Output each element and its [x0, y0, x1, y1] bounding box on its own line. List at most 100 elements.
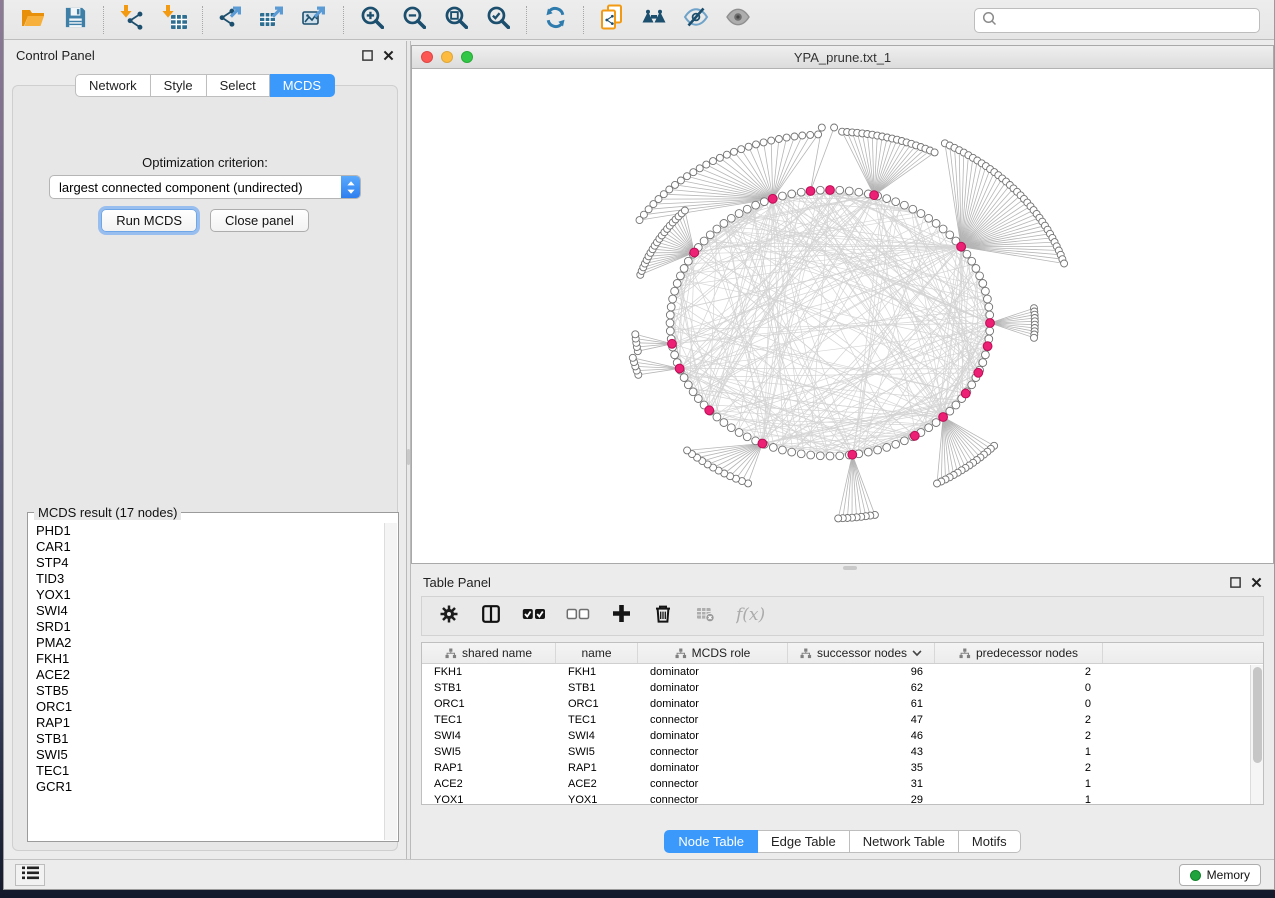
cell-name[interactable]: ACE2 — [556, 778, 638, 790]
select-all-checks-button[interactable] — [522, 603, 546, 629]
cell-name[interactable]: SWI4 — [556, 730, 638, 742]
column-header-MCDS-role[interactable]: MCDS role — [638, 643, 788, 663]
cell-predecessor-nodes[interactable]: 1 — [935, 746, 1103, 758]
table-row[interactable]: ORC1ORC1dominator610 — [422, 696, 1263, 712]
cell-name[interactable]: SWI5 — [556, 746, 638, 758]
cell-name[interactable]: ORC1 — [556, 698, 638, 710]
cell-shared-name[interactable]: TEC1 — [422, 714, 556, 726]
column-header-shared-name[interactable]: shared name — [422, 643, 556, 663]
cell-MCDS-role[interactable]: connector — [638, 746, 788, 758]
mcds-list-scrollbar[interactable] — [384, 523, 397, 840]
cell-successor-nodes[interactable]: 62 — [788, 682, 935, 694]
mcds-node-item[interactable]: PMA2 — [30, 635, 383, 651]
cell-name[interactable]: TEC1 — [556, 714, 638, 726]
table-row[interactable]: STB1STB1dominator620 — [422, 680, 1263, 696]
mcds-node-item[interactable]: ORC1 — [30, 699, 383, 715]
task-history-button[interactable] — [15, 864, 45, 886]
table-row[interactable]: YOX1YOX1connector291 — [422, 792, 1263, 805]
cell-successor-nodes[interactable]: 35 — [788, 762, 935, 774]
cell-shared-name[interactable]: ACE2 — [422, 778, 556, 790]
column-header-name[interactable]: name — [556, 643, 638, 663]
toolbar-zoom-in-button[interactable] — [351, 3, 393, 37]
tab-node-table[interactable]: Node Table — [664, 830, 758, 853]
mcds-node-item[interactable]: SWI4 — [30, 603, 383, 619]
column-header-predecessor-nodes[interactable]: predecessor nodes — [935, 643, 1103, 663]
add-column-button[interactable] — [610, 603, 632, 629]
cell-successor-nodes[interactable]: 31 — [788, 778, 935, 790]
search-input[interactable] — [997, 11, 1259, 31]
mcds-node-item[interactable]: GCR1 — [30, 779, 383, 795]
mcds-node-item[interactable]: TEC1 — [30, 763, 383, 779]
tab-network-table[interactable]: Network Table — [850, 830, 959, 853]
float-panel-icon[interactable] — [361, 49, 373, 61]
table-row[interactable]: FKH1FKH1dominator962 — [422, 664, 1263, 680]
mcds-node-item[interactable]: STP4 — [30, 555, 383, 571]
table-row[interactable]: TEC1TEC1connector472 — [422, 712, 1263, 728]
cell-shared-name[interactable]: RAP1 — [422, 762, 556, 774]
tab-select[interactable]: Select — [207, 74, 270, 97]
tab-motifs[interactable]: Motifs — [959, 830, 1021, 853]
splitter-grip[interactable] — [407, 449, 410, 465]
cell-successor-nodes[interactable]: 29 — [788, 794, 935, 805]
cell-name[interactable]: RAP1 — [556, 762, 638, 774]
cell-MCDS-role[interactable]: dominator — [638, 762, 788, 774]
mcds-node-item[interactable]: CAR1 — [30, 539, 383, 555]
toolbar-export-image-button[interactable] — [294, 3, 336, 37]
toolbar-zoom-fit-button[interactable] — [435, 3, 477, 37]
toolbar-zoom-out-button[interactable] — [393, 3, 435, 37]
network-canvas[interactable] — [412, 69, 1273, 563]
table-row[interactable]: SWI4SWI4dominator462 — [422, 728, 1263, 744]
toolbar-find-button[interactable] — [633, 3, 675, 37]
delete-column-button[interactable] — [652, 603, 674, 629]
tab-network[interactable]: Network — [75, 74, 151, 97]
memory-button[interactable]: Memory — [1179, 864, 1261, 886]
cell-name[interactable]: STB1 — [556, 682, 638, 694]
cell-shared-name[interactable]: YOX1 — [422, 794, 556, 805]
criterion-dropdown[interactable]: largest connected component (undirected) — [49, 175, 361, 199]
cell-shared-name[interactable]: SWI5 — [422, 746, 556, 758]
scrollbar-thumb[interactable] — [1253, 667, 1262, 763]
cell-successor-nodes[interactable]: 43 — [788, 746, 935, 758]
cell-successor-nodes[interactable]: 96 — [788, 666, 935, 678]
toggle-columns-button[interactable] — [480, 603, 502, 629]
mcds-node-item[interactable]: FKH1 — [30, 651, 383, 667]
cell-shared-name[interactable]: FKH1 — [422, 666, 556, 678]
tab-mcds[interactable]: MCDS — [270, 74, 335, 97]
cell-name[interactable]: YOX1 — [556, 794, 638, 805]
cell-predecessor-nodes[interactable]: 1 — [935, 794, 1103, 805]
mcds-node-item[interactable]: SWI5 — [30, 747, 383, 763]
mcds-node-item[interactable]: RAP1 — [30, 715, 383, 731]
close-panel-button[interactable]: Close panel — [210, 209, 309, 232]
toolbar-export-table-button[interactable] — [252, 3, 294, 37]
cell-MCDS-role[interactable]: connector — [638, 794, 788, 805]
mcds-node-item[interactable]: STB5 — [30, 683, 383, 699]
cell-predecessor-nodes[interactable]: 0 — [935, 698, 1103, 710]
run-mcds-button[interactable]: Run MCDS — [101, 209, 197, 232]
table-row[interactable]: ACE2ACE2connector311 — [422, 776, 1263, 792]
table-settings-button[interactable] — [438, 603, 460, 629]
toolbar-hide-selected-button[interactable] — [675, 3, 717, 37]
toolbar-import-network-button[interactable] — [111, 3, 153, 37]
toolbar-save-session-button[interactable] — [54, 3, 96, 37]
cell-MCDS-role[interactable]: dominator — [638, 698, 788, 710]
cell-predecessor-nodes[interactable]: 2 — [935, 666, 1103, 678]
mcds-node-item[interactable]: YOX1 — [30, 587, 383, 603]
table-row[interactable]: SWI5SWI5connector431 — [422, 744, 1263, 760]
table-row[interactable]: RAP1RAP1dominator352 — [422, 760, 1263, 776]
cell-shared-name[interactable]: STB1 — [422, 682, 556, 694]
toolbar-share-network-button[interactable] — [591, 3, 633, 37]
mcds-node-item[interactable]: SRD1 — [30, 619, 383, 635]
cell-successor-nodes[interactable]: 61 — [788, 698, 935, 710]
cell-successor-nodes[interactable]: 47 — [788, 714, 935, 726]
cell-MCDS-role[interactable]: dominator — [638, 666, 788, 678]
table-scrollbar[interactable] — [1250, 665, 1263, 804]
cell-shared-name[interactable]: ORC1 — [422, 698, 556, 710]
cell-predecessor-nodes[interactable]: 2 — [935, 730, 1103, 742]
cell-predecessor-nodes[interactable]: 0 — [935, 682, 1103, 694]
mcds-node-item[interactable]: PHD1 — [30, 523, 383, 539]
close-panel-icon[interactable] — [1250, 576, 1262, 588]
mcds-node-item[interactable]: TID3 — [30, 571, 383, 587]
clear-all-checks-button[interactable] — [566, 603, 590, 629]
network-window-titlebar[interactable]: YPA_prune.txt_1 — [412, 46, 1273, 69]
cell-predecessor-nodes[interactable]: 2 — [935, 762, 1103, 774]
